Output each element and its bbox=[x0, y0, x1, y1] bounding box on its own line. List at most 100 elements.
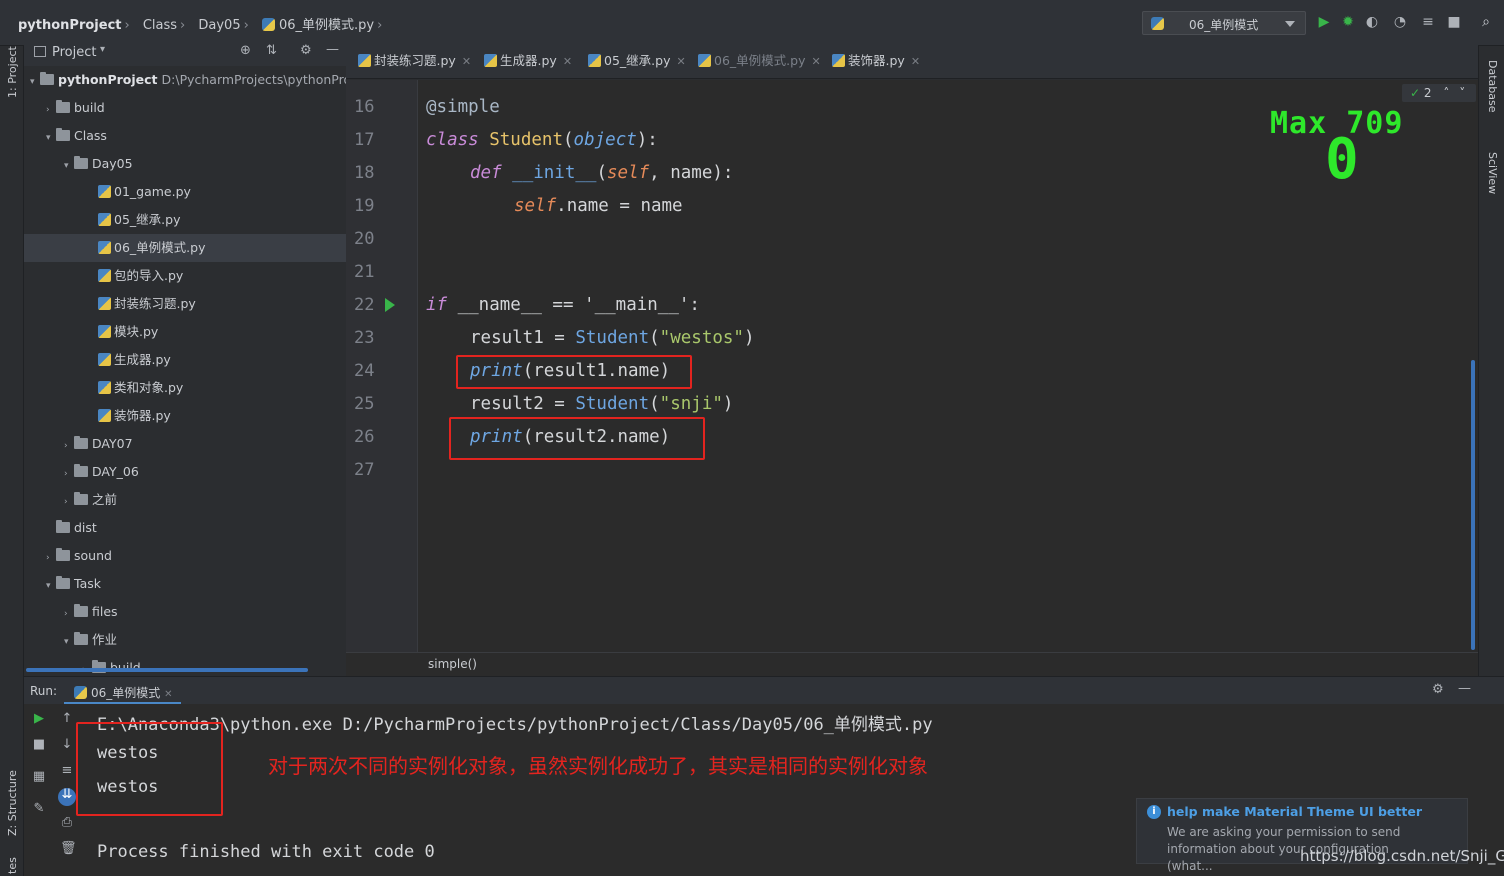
line-number: 20 bbox=[354, 229, 375, 249]
tree-item-folder[interactable]: ▾ Task bbox=[24, 570, 346, 598]
gear-icon[interactable]: ⚙ bbox=[1432, 682, 1444, 697]
scroll-to-end-icon[interactable]: ⇊ bbox=[58, 788, 76, 806]
print-icon[interactable]: ⎙ bbox=[60, 816, 74, 830]
breadcrumb-project[interactable]: pythonProject bbox=[18, 18, 122, 33]
chevron-down-icon[interactable]: ▾ bbox=[100, 44, 105, 55]
editor-tabs: 封装练习题.py ✕ 生成器.py ✕ 05_继承.py ✕ 06_单例模式.py ✕ … bbox=[346, 40, 1478, 84]
run-configuration-select[interactable]: 06_单例模式 bbox=[1142, 11, 1306, 35]
notification-title[interactable]: help make Material Theme UI better bbox=[1167, 804, 1422, 819]
gear-icon[interactable]: ⚙ bbox=[300, 43, 312, 58]
tree-item-folder[interactable]: ▾ Day05 bbox=[24, 150, 346, 178]
project-icon bbox=[34, 46, 46, 57]
close-icon[interactable]: ✕ bbox=[676, 55, 685, 68]
tab-封装练习题[interactable]: 封装练习题.py ✕ bbox=[358, 50, 471, 74]
tree-item-folder[interactable]: ›build bbox=[24, 94, 346, 122]
tab-装饰器[interactable]: 装饰器.py ✕ bbox=[832, 50, 920, 74]
python-icon bbox=[74, 686, 87, 699]
right-tool-strip: Database SciView bbox=[1478, 46, 1504, 676]
function-breadcrumb[interactable]: simple() bbox=[428, 657, 477, 671]
inspection-widget[interactable]: ✓ 2 ˄ ˅ bbox=[1402, 84, 1476, 102]
minimize-icon[interactable]: — bbox=[326, 42, 339, 57]
rerun-icon[interactable]: ▶ bbox=[32, 712, 46, 726]
tree-item-file[interactable]: 包的导入.py bbox=[24, 262, 346, 290]
line-number: 27 bbox=[354, 460, 375, 480]
layout-icon[interactable]: ▦ bbox=[32, 770, 46, 784]
breadcrumb-folder[interactable]: Class bbox=[143, 18, 177, 33]
run-icon[interactable]: ▶ bbox=[1316, 14, 1332, 30]
project-tree: ▾ pythonProject D:\PycharmProjects\python… bbox=[24, 66, 346, 676]
tree-item-folder[interactable]: ▾ 作业 bbox=[24, 626, 346, 654]
tree-item-folder[interactable]: dist bbox=[24, 514, 346, 542]
search-icon[interactable]: ⌕ bbox=[1478, 14, 1494, 30]
highlight-box-line-24 bbox=[456, 355, 692, 389]
close-icon[interactable]: ✕ bbox=[164, 689, 172, 700]
run-gutter-icon[interactable] bbox=[385, 298, 395, 312]
code-line-18: def __init__(self, name): bbox=[470, 163, 734, 183]
watermark: https://blog.csdn.net/Snji_G bbox=[1300, 847, 1504, 865]
close-icon[interactable]: ✕ bbox=[811, 55, 820, 68]
chevron-down-icon[interactable]: ˅ bbox=[1459, 86, 1465, 100]
tree-item-folder[interactable]: › sound bbox=[24, 542, 346, 570]
line-number: 18 bbox=[354, 163, 375, 183]
vertical-scrollbar[interactable] bbox=[1471, 360, 1475, 650]
build-icon[interactable]: ≡ bbox=[1420, 14, 1436, 30]
minimize-icon[interactable]: — bbox=[1458, 681, 1471, 696]
line-number: 23 bbox=[354, 328, 375, 348]
python-file-icon bbox=[261, 18, 275, 31]
run-panel-header: Run: 06_单例模式 ✕ ⚙ — bbox=[24, 676, 1504, 705]
tree-item-root[interactable]: ▾ pythonProject D:\PycharmProjects\python… bbox=[24, 66, 346, 94]
stop-icon[interactable]: ■ bbox=[32, 738, 46, 752]
line-number: 16 bbox=[354, 97, 375, 117]
chevron-up-icon[interactable]: ˄ bbox=[1443, 86, 1449, 100]
tree-item-file[interactable]: 模块.py bbox=[24, 318, 346, 346]
close-icon[interactable]: ✕ bbox=[563, 55, 572, 68]
tree-item-file[interactable]: 类和对象.py bbox=[24, 374, 346, 402]
database-tool-tab[interactable]: Database bbox=[1486, 60, 1499, 113]
tree-item-folder[interactable]: › files bbox=[24, 598, 346, 626]
favorites-tool-tab[interactable]: tes bbox=[6, 857, 19, 874]
pin-icon[interactable]: ✎ bbox=[32, 802, 46, 816]
console-exit-line: Process finished with exit code 0 bbox=[97, 842, 435, 862]
tree-item-file[interactable]: 装饰器.py bbox=[24, 402, 346, 430]
sciview-tool-tab[interactable]: SciView bbox=[1486, 152, 1499, 194]
breadcrumb-subfolder[interactable]: Day05 bbox=[198, 18, 240, 33]
close-icon[interactable]: ✕ bbox=[911, 55, 920, 68]
tab-05-继承[interactable]: 05_继承.py ✕ bbox=[588, 50, 686, 74]
tree-item-folder[interactable]: ▾ Class bbox=[24, 122, 346, 150]
breadcrumb-file[interactable]: 06_单例模式.py bbox=[279, 18, 374, 33]
tree-item-file[interactable]: 05_继承.py bbox=[24, 206, 346, 234]
run-tab[interactable]: 06_单例模式 ✕ bbox=[64, 677, 181, 705]
collapse-all-icon[interactable]: ⇅ bbox=[266, 43, 277, 58]
arrow-down-icon[interactable]: ↓ bbox=[60, 738, 74, 752]
line-number: 19 bbox=[354, 196, 375, 216]
arrow-up-icon[interactable]: ↑ bbox=[60, 712, 74, 726]
tree-item-folder[interactable]: ›build bbox=[24, 654, 346, 676]
tree-item-file-selected[interactable]: 06_单例模式.py bbox=[24, 234, 346, 262]
tree-item-folder[interactable]: › 之前 bbox=[24, 486, 346, 514]
tab-06-单例模式[interactable]: 06_单例模式.py ✕ bbox=[692, 50, 827, 84]
trash-icon[interactable]: 🗑 bbox=[60, 842, 77, 856]
stop-icon[interactable]: ■ bbox=[1446, 14, 1462, 30]
tree-item-file[interactable]: 01_game.py bbox=[24, 178, 346, 206]
structure-tool-tab[interactable]: Z: Structure bbox=[6, 770, 19, 836]
python-icon bbox=[1151, 17, 1164, 30]
debug-icon[interactable]: ✹ bbox=[1340, 14, 1356, 30]
soft-wrap-icon[interactable]: ≡ bbox=[60, 764, 74, 778]
tree-item-file[interactable]: 封装练习题.py bbox=[24, 290, 346, 318]
code-line-19: self.name = name bbox=[514, 196, 683, 216]
tree-item-folder[interactable]: › DAY_06 bbox=[24, 458, 346, 486]
horizontal-scrollbar[interactable] bbox=[26, 668, 308, 672]
close-icon[interactable]: ✕ bbox=[462, 55, 471, 68]
project-panel-title[interactable]: Project bbox=[52, 45, 96, 60]
tree-item-folder[interactable]: › DAY07 bbox=[24, 430, 346, 458]
code-line-23: result1 = Student("westos") bbox=[470, 328, 755, 348]
tab-生成器[interactable]: 生成器.py ✕ bbox=[484, 50, 572, 74]
line-number: 25 bbox=[354, 394, 375, 414]
tree-item-file[interactable]: 生成器.py bbox=[24, 346, 346, 374]
info-icon: i bbox=[1147, 805, 1161, 819]
project-tool-tab[interactable]: 1: Project bbox=[6, 46, 19, 98]
project-panel-header: Project ▾ ⊕ ⇅ ⚙ — bbox=[24, 40, 346, 66]
coverage-icon[interactable]: ◐ bbox=[1364, 14, 1380, 30]
locate-icon[interactable]: ⊕ bbox=[240, 43, 251, 58]
profile-icon[interactable]: ◔ bbox=[1392, 14, 1408, 30]
